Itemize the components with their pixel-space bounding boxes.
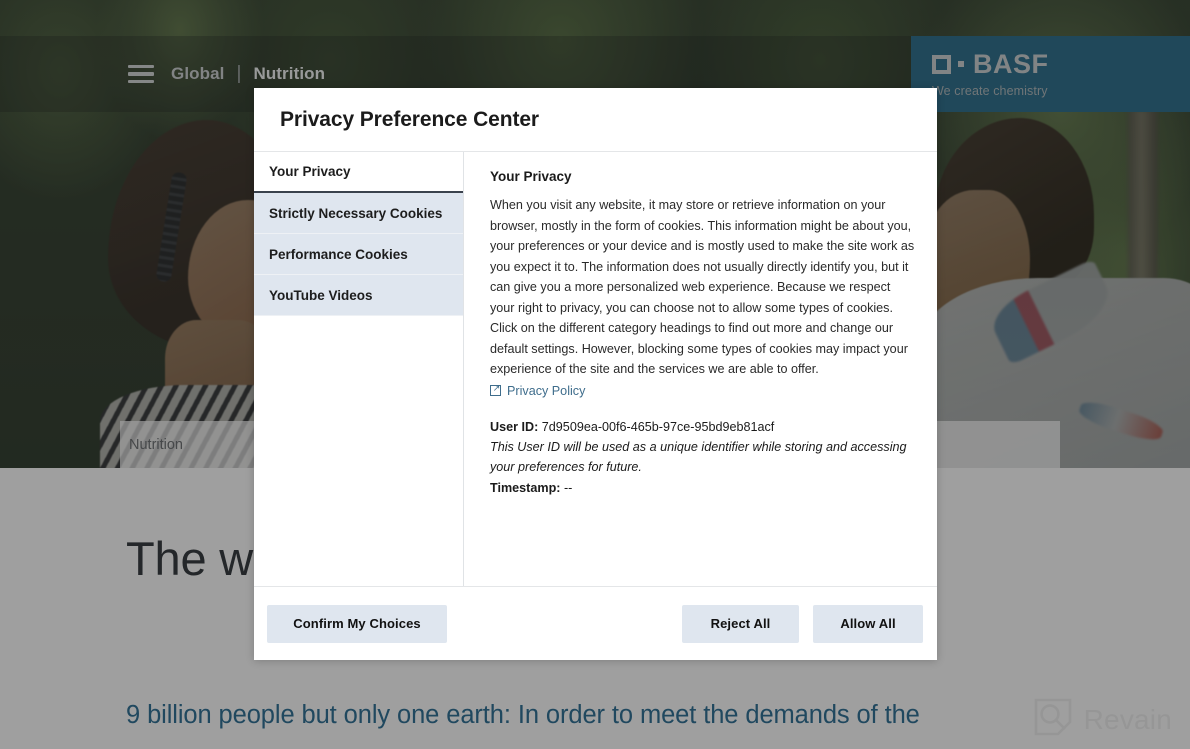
modal-title: Privacy Preference Center (280, 107, 539, 131)
user-id-row: User ID: 7d9509ea-00f6-465b-97ce-95bd9eb… (490, 417, 915, 437)
tab-youtube-videos[interactable]: YouTube Videos (254, 275, 463, 316)
privacy-policy-label: Privacy Policy (507, 383, 586, 398)
timestamp-value: -- (563, 481, 573, 495)
modal-footer: Confirm My Choices Reject All Allow All (254, 586, 937, 660)
user-id-label: User ID: (490, 420, 539, 434)
tab-label: Strictly Necessary Cookies (269, 205, 443, 221)
privacy-policy-link[interactable]: Privacy Policy (490, 383, 586, 398)
allow-all-button[interactable]: Allow All (813, 604, 923, 643)
content-paragraph: When you visit any website, it may store… (490, 198, 915, 376)
tab-label: Performance Cookies (269, 246, 408, 262)
tab-strictly-necessary-cookies[interactable]: Strictly Necessary Cookies (254, 193, 463, 234)
content-heading: Your Privacy (490, 169, 572, 184)
user-id-value: 7d9509ea-00f6-465b-97ce-95bd9eb81acf (541, 420, 775, 434)
privacy-preference-modal: Privacy Preference Center Your Privacy S… (254, 88, 937, 660)
modal-body: Your Privacy Strictly Necessary Cookies … (254, 152, 937, 586)
tab-performance-cookies[interactable]: Performance Cookies (254, 234, 463, 275)
tab-label: Your Privacy (269, 164, 351, 179)
tab-your-privacy[interactable]: Your Privacy (254, 152, 463, 193)
timestamp-label: Timestamp: (490, 481, 561, 495)
tab-label: YouTube Videos (269, 287, 373, 303)
modal-header: Privacy Preference Center (254, 88, 937, 152)
confirm-my-choices-button[interactable]: Confirm My Choices (267, 604, 447, 643)
user-id-note: This User ID will be used as a unique id… (490, 440, 907, 474)
modal-content-panel: Your Privacy When you visit any website,… (464, 152, 937, 586)
reject-all-button[interactable]: Reject All (682, 604, 799, 643)
timestamp-row: Timestamp: -- (490, 478, 915, 498)
modal-tab-list: Your Privacy Strictly Necessary Cookies … (254, 152, 464, 586)
external-link-icon (490, 383, 502, 396)
